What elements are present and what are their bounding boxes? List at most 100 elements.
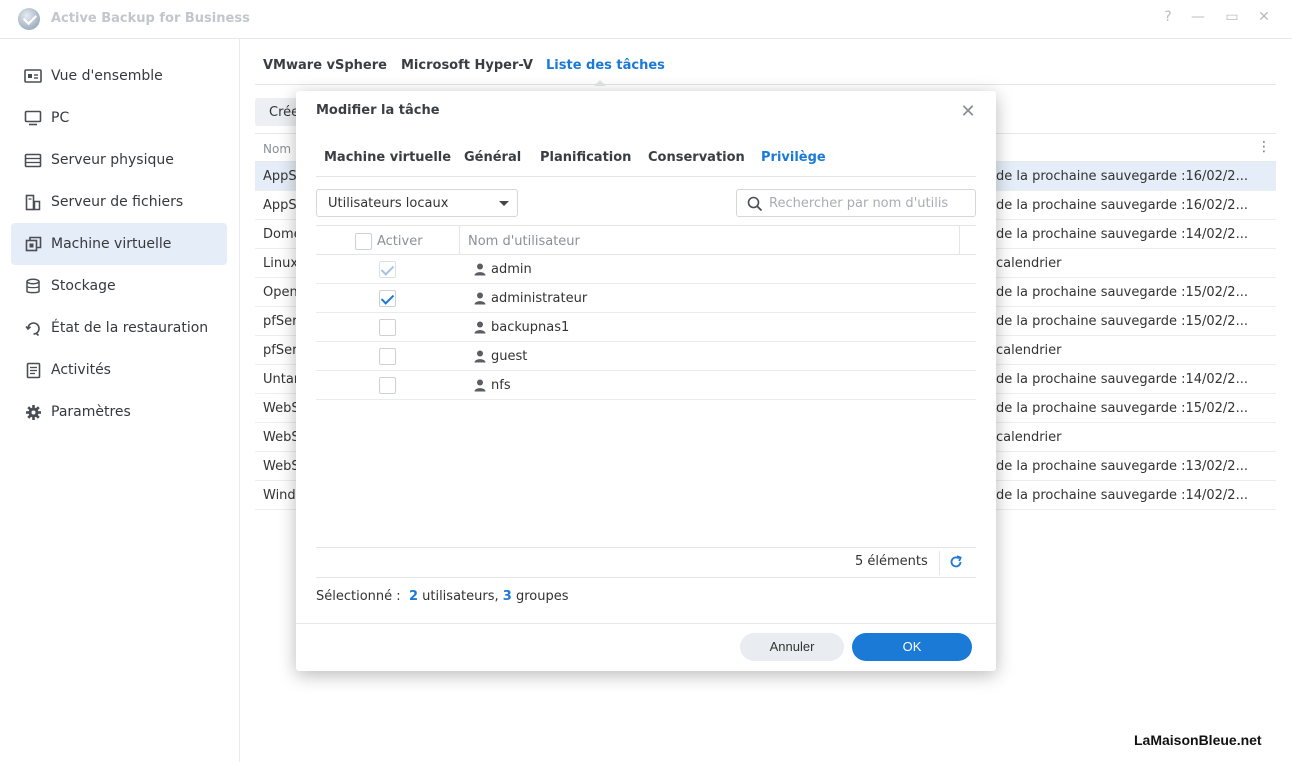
user-icon — [474, 292, 486, 305]
app-title: Active Backup for Business — [51, 11, 250, 26]
divider — [296, 623, 996, 624]
table-row[interactable]: admin — [316, 255, 976, 284]
user-icon — [474, 263, 486, 276]
tab-schedule[interactable]: Planification — [540, 150, 631, 165]
tab-virtual-machine[interactable]: Machine virtuelle — [324, 150, 451, 165]
edit-task-dialog: Modifier la tâche ✕ Machine virtuelle Gé… — [296, 91, 996, 671]
task-next-backup: de la prochaine sauvegarde :14/02/2... — [996, 372, 1248, 387]
search-icon — [747, 196, 763, 212]
tab-retention[interactable]: Conservation — [648, 150, 745, 165]
refresh-icon[interactable] — [949, 555, 963, 569]
selection-summary: Sélectionné : 2 utilisateurs, 3 groupes — [316, 589, 568, 604]
file-server-icon — [24, 194, 42, 210]
task-name: WebS — [263, 430, 300, 445]
divider — [316, 577, 976, 578]
search-field[interactable] — [736, 189, 976, 217]
task-next-backup: calendrier — [996, 430, 1062, 445]
column-menu-icon[interactable]: ⋮ — [1257, 139, 1271, 155]
tab-general[interactable]: Général — [464, 150, 521, 165]
sidebar-item-label: Stockage — [51, 278, 116, 294]
active-tab-indicator — [594, 80, 606, 86]
enable-checkbox[interactable] — [379, 290, 396, 307]
task-name: AppS — [263, 198, 297, 213]
enable-checkbox[interactable] — [379, 377, 396, 394]
selection-prefix: Sélectionné : — [316, 589, 401, 604]
column-header-username[interactable]: Nom d'utilisateur — [468, 234, 580, 249]
tab-task-list[interactable]: Liste des tâches — [546, 58, 665, 73]
username: guest — [491, 349, 528, 364]
enable-checkbox[interactable] — [379, 261, 396, 278]
sidebar-item-label: Machine virtuelle — [51, 236, 172, 252]
restore-icon — [24, 320, 42, 336]
sidebar-item-label: PC — [51, 110, 70, 126]
dialog-tabs: Machine virtuelle Général Planification … — [316, 143, 976, 177]
main-tabs: VMware vSphere Microsoft Hyper-V Liste d… — [255, 39, 1276, 85]
task-next-backup: de la prochaine sauvegarde :16/02/2... — [996, 198, 1248, 213]
item-count: 5 éléments — [855, 554, 928, 569]
table-row[interactable]: guest — [316, 342, 976, 371]
tab-microsoft-hyper-v[interactable]: Microsoft Hyper-V — [401, 58, 533, 73]
search-input[interactable] — [769, 190, 973, 216]
task-name: Linux — [263, 256, 299, 271]
sidebar-item-physical-server[interactable]: Serveur physique — [11, 139, 227, 181]
sidebar-item-settings[interactable]: Paramètres — [11, 391, 227, 433]
user-icon — [474, 350, 486, 363]
sidebar-item-label: Paramètres — [51, 404, 131, 420]
sidebar-item-label: Serveur physique — [51, 152, 174, 168]
user-table-header: Activer Nom d'utilisateur — [316, 225, 976, 255]
sidebar-item-file-server[interactable]: Serveur de fichiers — [11, 181, 227, 223]
selected-users-label: utilisateurs, — [422, 589, 499, 604]
user-icon — [474, 379, 486, 392]
username: admin — [491, 262, 532, 277]
tab-privilege[interactable]: Privilège — [761, 150, 826, 165]
server-icon — [24, 152, 42, 168]
sidebar-item-virtual-machine[interactable]: Machine virtuelle — [11, 223, 227, 265]
user-type-value: Utilisateurs locaux — [328, 196, 449, 211]
gear-icon — [24, 404, 42, 420]
task-name: pfSer — [263, 314, 298, 329]
table-row[interactable]: nfs — [316, 371, 976, 400]
column-divider[interactable] — [959, 226, 960, 255]
task-name: Untar — [263, 372, 300, 387]
column-divider[interactable] — [459, 226, 460, 255]
sidebar-item-label: État de la restauration — [51, 320, 209, 336]
task-next-backup: de la prochaine sauvegarde :15/02/2... — [996, 285, 1248, 300]
overview-icon — [24, 68, 42, 84]
cancel-button[interactable]: Annuler — [740, 633, 844, 661]
task-name: Open — [263, 285, 298, 300]
divider — [316, 547, 976, 548]
selected-groups-label: groupes — [515, 589, 569, 604]
task-next-backup: de la prochaine sauvegarde :14/02/2... — [996, 227, 1248, 242]
monitor-icon — [24, 110, 42, 126]
close-window-button[interactable]: ✕ — [1254, 9, 1274, 25]
enable-checkbox[interactable] — [379, 319, 396, 336]
table-row[interactable]: administrateur — [316, 284, 976, 313]
enable-checkbox[interactable] — [379, 348, 396, 365]
virtual-machine-icon — [24, 236, 42, 252]
sidebar-item-restore-status[interactable]: État de la restauration — [11, 307, 227, 349]
maximize-button[interactable]: ▭ — [1222, 9, 1242, 25]
close-icon[interactable]: ✕ — [959, 101, 977, 122]
tab-vmware-vsphere[interactable]: VMware vSphere — [263, 58, 387, 73]
minimize-button[interactable]: — — [1188, 9, 1208, 25]
task-next-backup: calendrier — [996, 343, 1062, 358]
user-icon — [474, 321, 486, 334]
column-header-enable: Activer — [377, 234, 423, 249]
user-type-select[interactable]: Utilisateurs locaux — [316, 189, 518, 217]
task-next-backup: calendrier — [996, 256, 1062, 271]
column-header-name[interactable]: Nom — [263, 142, 291, 156]
task-name: WebS — [263, 401, 300, 416]
sidebar-item-pc[interactable]: PC — [11, 97, 227, 139]
task-name: AppS — [263, 169, 297, 184]
ok-button[interactable]: OK — [852, 633, 972, 661]
sidebar-item-overview[interactable]: Vue d'ensemble — [11, 55, 227, 97]
help-button[interactable]: ? — [1158, 9, 1178, 25]
task-next-backup: de la prochaine sauvegarde :14/02/2... — [996, 488, 1248, 503]
database-icon — [24, 278, 42, 294]
sidebar-item-label: Serveur de fichiers — [51, 194, 184, 210]
sidebar-item-activities[interactable]: Activités — [11, 349, 227, 391]
select-all-checkbox[interactable] — [355, 233, 372, 250]
task-next-backup: de la prochaine sauvegarde :15/02/2... — [996, 401, 1248, 416]
sidebar-item-storage[interactable]: Stockage — [11, 265, 227, 307]
table-row[interactable]: backupnas1 — [316, 313, 976, 342]
